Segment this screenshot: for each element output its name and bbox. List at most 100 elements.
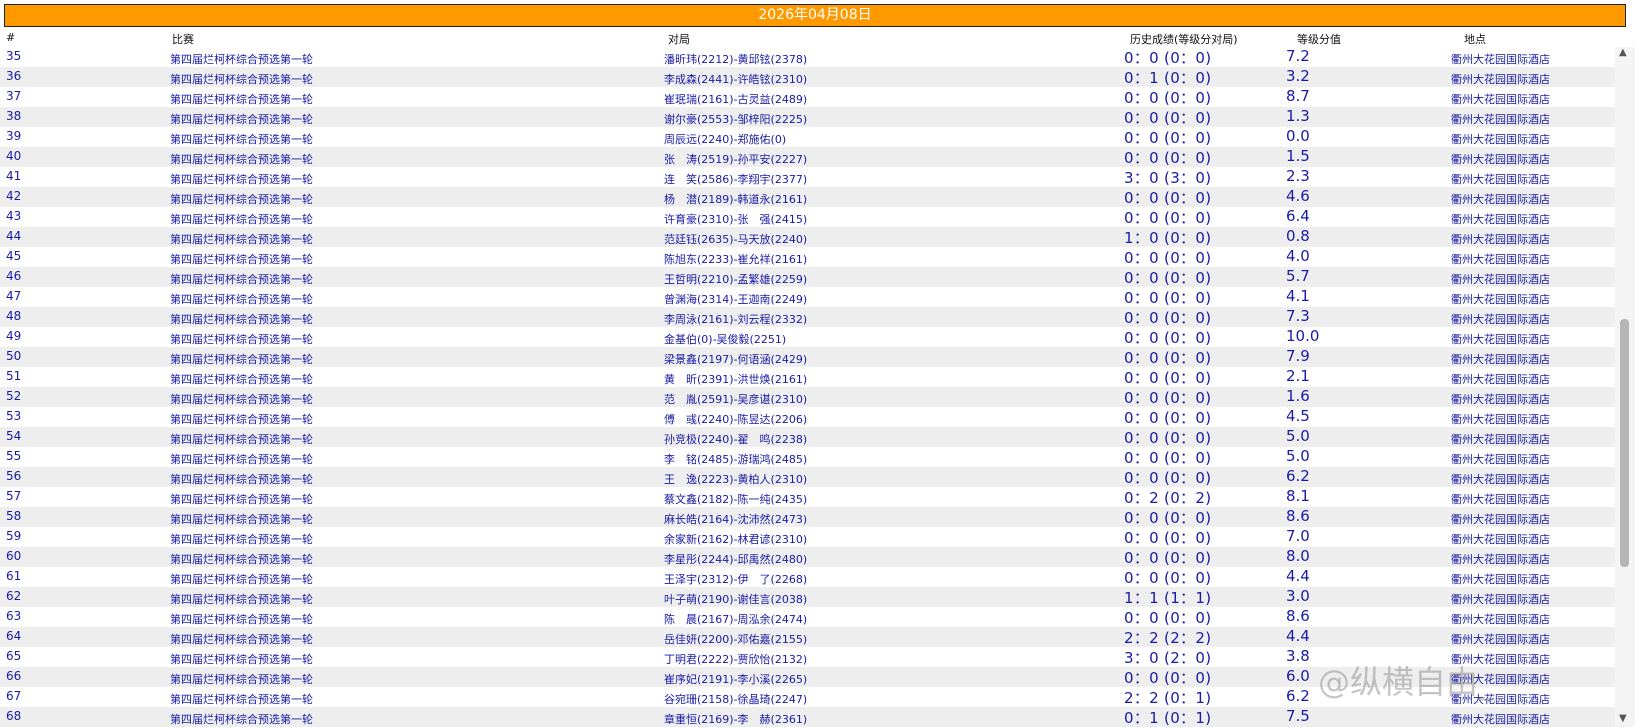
- venue-link[interactable]: 衢州大花园国际酒店: [1451, 71, 1550, 87]
- table-row[interactable]: 56 第四届烂柯杯综合预选第一轮 王 逸(2223)-黄柏人(2310) 0：0 (0…: [0, 467, 1615, 487]
- match-link[interactable]: 岳佳妍(2200)-邓佑嘉(2155): [664, 631, 807, 647]
- match-link[interactable]: 傅 彧(2240)-陈昱达(2206): [664, 411, 807, 427]
- venue-link[interactable]: 衢州大花园国际酒店: [1451, 111, 1550, 127]
- venue-link[interactable]: 衢州大花园国际酒店: [1451, 191, 1550, 207]
- event-link[interactable]: 第四届烂柯杯综合预选第一轮: [170, 451, 313, 467]
- event-link[interactable]: 第四届烂柯杯综合预选第一轮: [170, 211, 313, 227]
- match-link[interactable]: 李成森(2441)-许皓铉(2310): [664, 71, 807, 87]
- event-link[interactable]: 第四届烂柯杯综合预选第一轮: [170, 171, 313, 187]
- event-link[interactable]: 第四届烂柯杯综合预选第一轮: [170, 351, 313, 367]
- match-link[interactable]: 范廷钰(2635)-马天放(2240): [664, 231, 807, 247]
- table-row[interactable]: 51 第四届烂柯杯综合预选第一轮 黄 昕(2391)-洪世焕(2161) 0：0 (0…: [0, 367, 1615, 387]
- table-row[interactable]: 60 第四届烂柯杯综合预选第一轮 李星彤(2244)-邱禹然(2480) 0：0 (0…: [0, 547, 1615, 567]
- match-link[interactable]: 周辰远(2240)-郑施佑(0): [664, 131, 786, 147]
- table-row[interactable]: 35 第四届烂柯杯综合预选第一轮 潘昕玮(2212)-黄邱铉(2378) 0：0 (0…: [0, 47, 1615, 67]
- table-row[interactable]: 57 第四届烂柯杯综合预选第一轮 蔡文鑫(2182)-陈一纯(2435) 0：2 (0…: [0, 487, 1615, 507]
- venue-link[interactable]: 衢州大花园国际酒店: [1451, 91, 1550, 107]
- table-row[interactable]: 55 第四届烂柯杯综合预选第一轮 李 铭(2485)-游瑞鸿(2485) 0：0 (0…: [0, 447, 1615, 467]
- event-link[interactable]: 第四届烂柯杯综合预选第一轮: [170, 111, 313, 127]
- match-link[interactable]: 崔序妃(2191)-李小溪(2265): [664, 671, 807, 687]
- venue-link[interactable]: 衢州大花园国际酒店: [1451, 611, 1550, 627]
- venue-link[interactable]: 衢州大花园国际酒店: [1451, 471, 1550, 487]
- event-link[interactable]: 第四届烂柯杯综合预选第一轮: [170, 611, 313, 627]
- venue-link[interactable]: 衢州大花园国际酒店: [1451, 171, 1550, 187]
- match-link[interactable]: 陈 晨(2167)-周泓余(2474): [664, 611, 807, 627]
- event-link[interactable]: 第四届烂柯杯综合预选第一轮: [170, 331, 313, 347]
- event-link[interactable]: 第四届烂柯杯综合预选第一轮: [170, 491, 313, 507]
- match-link[interactable]: 连 笑(2586)-李翔宇(2377): [664, 171, 807, 187]
- event-link[interactable]: 第四届烂柯杯综合预选第一轮: [170, 671, 313, 687]
- match-link[interactable]: 李周泳(2161)-刘云程(2332): [664, 311, 807, 327]
- match-link[interactable]: 章重恒(2169)-李 赫(2361): [664, 711, 807, 727]
- table-row[interactable]: 52 第四届烂柯杯综合预选第一轮 范 胤(2591)-吴彦谌(2310) 0：0 (0…: [0, 387, 1615, 407]
- match-link[interactable]: 余家新(2162)-林君谚(2310): [664, 531, 807, 547]
- match-link[interactable]: 王 逸(2223)-黄柏人(2310): [664, 471, 807, 487]
- event-link[interactable]: 第四届烂柯杯综合预选第一轮: [170, 271, 313, 287]
- scroll-down-arrow-icon[interactable]: ▼: [1619, 713, 1627, 724]
- event-link[interactable]: 第四届烂柯杯综合预选第一轮: [170, 91, 313, 107]
- event-link[interactable]: 第四届烂柯杯综合预选第一轮: [170, 691, 313, 707]
- match-link[interactable]: 丁明君(2222)-贾欣怡(2132): [664, 651, 807, 667]
- event-link[interactable]: 第四届烂柯杯综合预选第一轮: [170, 291, 313, 307]
- venue-link[interactable]: 衢州大花园国际酒店: [1451, 131, 1550, 147]
- venue-link[interactable]: 衢州大花园国际酒店: [1451, 431, 1550, 447]
- venue-link[interactable]: 衢州大花园国际酒店: [1451, 411, 1550, 427]
- match-link[interactable]: 潘昕玮(2212)-黄邱铉(2378): [664, 51, 807, 67]
- event-link[interactable]: 第四届烂柯杯综合预选第一轮: [170, 511, 313, 527]
- event-link[interactable]: 第四届烂柯杯综合预选第一轮: [170, 151, 313, 167]
- table-row[interactable]: 46 第四届烂柯杯综合预选第一轮 王哲明(2210)-孟繁雄(2259) 0：0 (0…: [0, 267, 1615, 287]
- event-link[interactable]: 第四届烂柯杯综合预选第一轮: [170, 131, 313, 147]
- venue-link[interactable]: 衢州大花园国际酒店: [1451, 531, 1550, 547]
- table-row[interactable]: 64 第四届烂柯杯综合预选第一轮 岳佳妍(2200)-邓佑嘉(2155) 2：2 (2…: [0, 627, 1615, 647]
- table-row[interactable]: 36 第四届烂柯杯综合预选第一轮 李成森(2441)-许皓铉(2310) 0：1 (0…: [0, 67, 1615, 87]
- match-link[interactable]: 蔡文鑫(2182)-陈一纯(2435): [664, 491, 807, 507]
- venue-link[interactable]: 衢州大花园国际酒店: [1451, 551, 1550, 567]
- venue-link[interactable]: 衢州大花园国际酒店: [1451, 491, 1550, 507]
- venue-link[interactable]: 衢州大花园国际酒店: [1451, 151, 1550, 167]
- table-row[interactable]: 48 第四届烂柯杯综合预选第一轮 李周泳(2161)-刘云程(2332) 0：0 (0…: [0, 307, 1615, 327]
- table-row[interactable]: 43 第四届烂柯杯综合预选第一轮 许育豪(2310)-张 强(2415) 0：0 (0…: [0, 207, 1615, 227]
- match-link[interactable]: 崔珉瑞(2161)-古灵益(2489): [664, 91, 807, 107]
- event-link[interactable]: 第四届烂柯杯综合预选第一轮: [170, 531, 313, 547]
- match-link[interactable]: 陈旭东(2233)-崔允祥(2161): [664, 251, 807, 267]
- venue-link[interactable]: 衢州大花园国际酒店: [1451, 251, 1550, 267]
- table-row[interactable]: 38 第四届烂柯杯综合预选第一轮 谢尔豪(2553)-邹梓阳(2225) 0：0 (0…: [0, 107, 1615, 127]
- table-row[interactable]: 42 第四届烂柯杯综合预选第一轮 杨 潜(2189)-韩道永(2161) 0：0 (0…: [0, 187, 1615, 207]
- table-row[interactable]: 49 第四届烂柯杯综合预选第一轮 金基伯(0)-吴俊毅(2251) 0：0 (0：0)…: [0, 327, 1615, 347]
- match-link[interactable]: 许育豪(2310)-张 强(2415): [664, 211, 807, 227]
- event-link[interactable]: 第四届烂柯杯综合预选第一轮: [170, 231, 313, 247]
- event-link[interactable]: 第四届烂柯杯综合预选第一轮: [170, 411, 313, 427]
- scroll-up-arrow-icon[interactable]: ▲: [1619, 47, 1627, 58]
- match-link[interactable]: 谷宛珊(2158)-徐晶琦(2247): [664, 691, 807, 707]
- match-link[interactable]: 张 涛(2519)-孙平安(2227): [664, 151, 807, 167]
- event-link[interactable]: 第四届烂柯杯综合预选第一轮: [170, 431, 313, 447]
- table-row[interactable]: 37 第四届烂柯杯综合预选第一轮 崔珉瑞(2161)-古灵益(2489) 0：0 (0…: [0, 87, 1615, 107]
- match-link[interactable]: 李 铭(2485)-游瑞鸿(2485): [664, 451, 807, 467]
- table-row[interactable]: 59 第四届烂柯杯综合预选第一轮 余家新(2162)-林君谚(2310) 0：0 (0…: [0, 527, 1615, 547]
- event-link[interactable]: 第四届烂柯杯综合预选第一轮: [170, 251, 313, 267]
- venue-link[interactable]: 衢州大花园国际酒店: [1451, 231, 1550, 247]
- match-link[interactable]: 王哲明(2210)-孟繁雄(2259): [664, 271, 807, 287]
- event-link[interactable]: 第四届烂柯杯综合预选第一轮: [170, 191, 313, 207]
- table-row[interactable]: 58 第四届烂柯杯综合预选第一轮 麻长皓(2164)-沈沛然(2473) 0：0 (0…: [0, 507, 1615, 527]
- table-row[interactable]: 54 第四届烂柯杯综合预选第一轮 孙竞极(2240)-翟 鸣(2238) 0：0 (0…: [0, 427, 1615, 447]
- event-link[interactable]: 第四届烂柯杯综合预选第一轮: [170, 391, 313, 407]
- match-link[interactable]: 曾渊海(2314)-王迦南(2249): [664, 291, 807, 307]
- event-link[interactable]: 第四届烂柯杯综合预选第一轮: [170, 711, 313, 727]
- event-link[interactable]: 第四届烂柯杯综合预选第一轮: [170, 651, 313, 667]
- venue-link[interactable]: 衢州大花园国际酒店: [1451, 511, 1550, 527]
- vertical-scrollbar[interactable]: ▲ ▼: [1615, 47, 1635, 727]
- event-link[interactable]: 第四届烂柯杯综合预选第一轮: [170, 571, 313, 587]
- event-link[interactable]: 第四届烂柯杯综合预选第一轮: [170, 311, 313, 327]
- event-link[interactable]: 第四届烂柯杯综合预选第一轮: [170, 471, 313, 487]
- match-link[interactable]: 谢尔豪(2553)-邹梓阳(2225): [664, 111, 807, 127]
- table-row[interactable]: 44 第四届烂柯杯综合预选第一轮 范廷钰(2635)-马天放(2240) 1：0 (0…: [0, 227, 1615, 247]
- scrollbar-thumb[interactable]: [1620, 319, 1629, 567]
- table-row[interactable]: 45 第四届烂柯杯综合预选第一轮 陈旭东(2233)-崔允祥(2161) 0：0 (0…: [0, 247, 1615, 267]
- venue-link[interactable]: 衢州大花园国际酒店: [1451, 331, 1550, 347]
- match-link[interactable]: 叶子萌(2190)-谢佳言(2038): [664, 591, 807, 607]
- event-link[interactable]: 第四届烂柯杯综合预选第一轮: [170, 51, 313, 67]
- match-link[interactable]: 王泽宇(2312)-伊 了(2268): [664, 571, 807, 587]
- venue-link[interactable]: 衢州大花园国际酒店: [1451, 591, 1550, 607]
- table-row[interactable]: 53 第四届烂柯杯综合预选第一轮 傅 彧(2240)-陈昱达(2206) 0：0 (0…: [0, 407, 1615, 427]
